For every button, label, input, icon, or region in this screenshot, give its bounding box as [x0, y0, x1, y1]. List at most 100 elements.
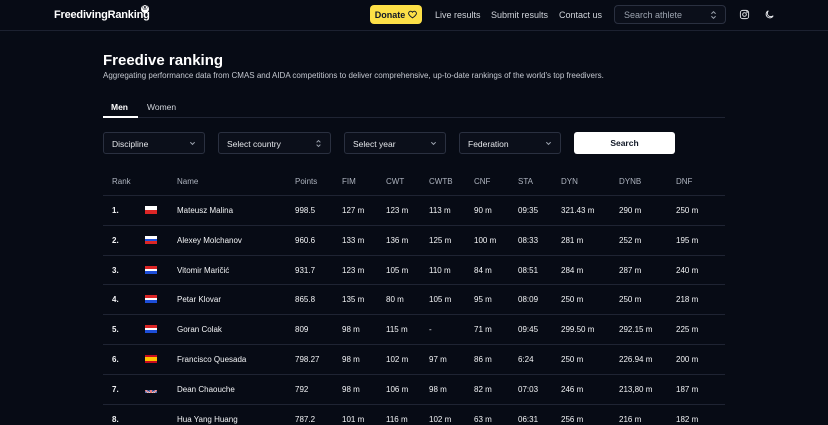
year-value: Select year — [353, 139, 396, 149]
tab-men[interactable]: Men — [111, 102, 128, 112]
dyn-cell: 299.50 m — [561, 325, 595, 334]
rank-cell: 2. — [112, 236, 119, 245]
athlete-name[interactable]: Francisco Quesada — [177, 355, 246, 364]
cwtb-cell: 110 m — [429, 266, 451, 275]
fim-cell: 127 m — [342, 206, 365, 215]
instagram-icon[interactable] — [739, 9, 750, 20]
moon-icon[interactable] — [764, 9, 775, 20]
cnf-cell: 84 m — [474, 266, 492, 275]
nav-submit-results[interactable]: Submit results — [491, 10, 548, 20]
dynb-cell: 216 m — [619, 415, 642, 424]
sta-cell: 09:35 — [518, 206, 539, 215]
rank-cell: 4. — [112, 295, 119, 304]
col-dyn[interactable]: DYN — [561, 177, 578, 186]
country-select[interactable]: Select country — [218, 132, 331, 154]
rank-cell: 6. — [112, 355, 119, 364]
cwt-cell: 106 m — [386, 385, 409, 394]
table-row[interactable]: 4. Petar Klovar 865.8 135 m 80 m 105 m 95 m 08:… — [103, 284, 725, 314]
dyn-cell: 250 m — [561, 355, 584, 364]
cnf-cell: 86 m — [474, 355, 492, 364]
donate-button[interactable]: Donate — [370, 5, 422, 24]
table-row[interactable]: 8. Hua Yang Huang 787.2 101 m 116 m 102 m 63 m… — [103, 404, 725, 425]
dynb-cell: 226.94 m — [619, 355, 653, 364]
athlete-name[interactable]: Dean Chaouche — [177, 385, 235, 394]
cnf-cell: 63 m — [474, 415, 492, 424]
search-athlete-placeholder: Search athlete — [624, 10, 683, 20]
table-row[interactable]: 6. Francisco Quesada 798.27 98 m 102 m 97 m 86… — [103, 344, 725, 374]
table-row[interactable]: 7. Dean Chaouche 792 98 m 106 m 98 m 82 m 07:03… — [103, 374, 725, 404]
sta-cell: 07:03 — [518, 385, 539, 394]
tab-women[interactable]: Women — [147, 102, 176, 112]
donate-label: Donate — [374, 9, 406, 20]
athlete-name[interactable]: Petar Klovar — [177, 295, 221, 304]
athlete-name[interactable]: Alexey Molchanov — [177, 236, 242, 245]
rank-cell: 8. — [112, 415, 119, 424]
chevron-down-icon — [189, 141, 196, 146]
points-cell: 792 — [295, 385, 309, 394]
fim-cell: 98 m — [342, 385, 360, 394]
athlete-name[interactable]: Mateusz Malina — [177, 206, 233, 215]
cnf-cell: 95 m — [474, 295, 492, 304]
points-cell: 931.7 — [295, 266, 316, 275]
poland-flag-icon — [145, 206, 157, 214]
rank-cell: 5. — [112, 325, 119, 334]
col-sta[interactable]: STA — [518, 177, 533, 186]
search-button[interactable]: Search — [574, 132, 675, 154]
athlete-name[interactable]: Goran Colak — [177, 325, 222, 334]
table-row[interactable]: 3. Vitomir Maričić 931.7 123 m 105 m 110 m 84 … — [103, 255, 725, 285]
spain-flag-icon — [145, 355, 157, 363]
search-athlete-input[interactable]: Search athlete — [614, 5, 726, 24]
table-row[interactable]: 2. Alexey Molchanov 960.6 133 m 136 m 125 m 10… — [103, 225, 725, 255]
nav-live-results[interactable]: Live results — [435, 10, 481, 20]
athlete-name[interactable]: Hua Yang Huang — [177, 415, 238, 424]
col-points[interactable]: Points — [295, 177, 317, 186]
federation-select[interactable]: Federation — [459, 132, 561, 154]
col-cwt[interactable]: CWT — [386, 177, 404, 186]
logo[interactable]: FreedivingRanking — [54, 9, 150, 21]
croatia-flag-icon — [145, 266, 157, 274]
rank-cell: 1. — [112, 206, 119, 215]
chevron-down-icon — [545, 141, 552, 146]
col-dnf[interactable]: DNF — [676, 177, 692, 186]
rank-cell: 3. — [112, 266, 119, 275]
dnf-cell: 218 m — [676, 295, 699, 304]
sta-cell: 08:09 — [518, 295, 539, 304]
points-cell: 998.5 — [295, 206, 316, 215]
table-row[interactable]: 1. Mateusz Malina 998.5 127 m 123 m 113 m 90 m… — [103, 195, 725, 225]
points-cell: 865.8 — [295, 295, 316, 304]
col-name[interactable]: Name — [177, 177, 198, 186]
dynb-cell: 290 m — [619, 206, 642, 215]
discipline-value: Discipline — [112, 139, 149, 149]
heart-icon — [408, 10, 418, 19]
sta-cell: 08:33 — [518, 236, 539, 245]
points-cell: 960.6 — [295, 236, 316, 245]
dyn-cell: 321.43 m — [561, 206, 595, 215]
table-row[interactable]: 5. Goran Colak 809 98 m 115 m - 71 m 09:45 299.5… — [103, 314, 725, 344]
croatia-flag-icon — [145, 295, 157, 303]
year-select[interactable]: Select year — [344, 132, 446, 154]
cwt-cell: 105 m — [386, 266, 409, 275]
dynb-cell: 292.15 m — [619, 325, 653, 334]
cnf-cell: 90 m — [474, 206, 492, 215]
col-dynb[interactable]: DYNB — [619, 177, 641, 186]
tabs-divider — [103, 117, 725, 118]
col-cwtb[interactable]: CWTB — [429, 177, 453, 186]
dnf-cell: 182 m — [676, 415, 699, 424]
dyn-cell: 281 m — [561, 236, 584, 245]
cwt-cell: 116 m — [386, 415, 408, 424]
col-cnf[interactable]: CNF — [474, 177, 490, 186]
fim-cell: 101 m — [342, 415, 365, 424]
col-fim[interactable]: FIM — [342, 177, 356, 186]
nav-contact-us[interactable]: Contact us — [559, 10, 602, 20]
chevron-down-icon — [430, 141, 437, 146]
dnf-cell: 225 m — [676, 325, 699, 334]
cwtb-cell: 97 m — [429, 355, 447, 364]
chevron-up-down-icon — [316, 139, 321, 148]
rank-cell: 7. — [112, 385, 119, 394]
dnf-cell: 195 m — [676, 236, 699, 245]
cwtb-cell: 105 m — [429, 295, 452, 304]
discipline-select[interactable]: Discipline — [103, 132, 205, 154]
athlete-name[interactable]: Vitomir Maričić — [177, 266, 229, 275]
cnf-cell: 82 m — [474, 385, 492, 394]
col-rank[interactable]: Rank — [112, 177, 131, 186]
